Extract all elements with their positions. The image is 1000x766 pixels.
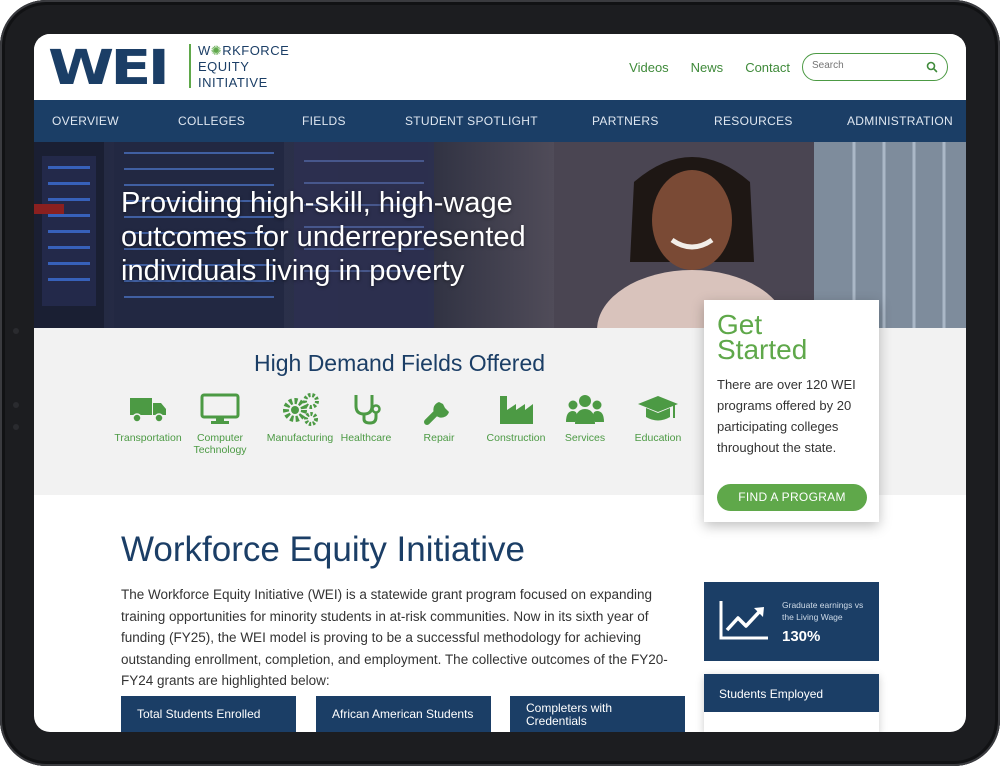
intro-paragraph: The Workforce Equity Initiative (WEI) is… xyxy=(121,587,668,688)
users-icon xyxy=(566,395,604,424)
logo-line-3: INITIATIVE xyxy=(198,75,268,90)
field-label: Healthcare xyxy=(340,432,392,444)
field-education[interactable]: Education xyxy=(616,390,700,444)
field-computer-technology[interactable]: Computer Technology xyxy=(178,390,262,456)
earnings-card: Graduate earnings vs the Living Wage 130… xyxy=(704,582,879,661)
trend-chart-icon xyxy=(719,601,768,640)
nav-administration[interactable]: ADMINISTRATION xyxy=(847,114,953,128)
videos-link[interactable]: Videos xyxy=(629,60,669,75)
field-label: Education xyxy=(634,432,682,444)
logo-divider xyxy=(189,44,191,88)
tablet-frame: WEI W✺RKFORCE EQUITY INITIATIVE Videos N… xyxy=(0,0,1000,766)
page-title: Workforce Equity Initiative xyxy=(121,530,525,569)
get-started-text: There are over 120 WEI programs offered … xyxy=(717,377,856,455)
stethoscope-icon xyxy=(354,395,381,425)
factory-icon xyxy=(500,396,533,424)
field-services[interactable]: Services xyxy=(543,390,627,444)
stat-card-label: Completers with Credentials xyxy=(526,701,613,728)
stat-card-label: Total Students Enrolled xyxy=(137,707,261,721)
truck-icon xyxy=(130,398,166,423)
sensor-dot xyxy=(13,424,19,430)
field-label: Computer Technology xyxy=(193,432,247,456)
earnings-value: 130% xyxy=(782,628,821,645)
field-label: Repair xyxy=(423,432,455,444)
get-started-card: Get Started There are over 120 WEI progr… xyxy=(704,300,879,522)
search-box xyxy=(802,53,948,81)
search-input[interactable] xyxy=(812,60,924,71)
students-employed-card: Students Employed xyxy=(704,674,879,732)
camera-dot xyxy=(13,328,19,334)
graduation-cap-icon xyxy=(638,396,678,421)
stat-card-label: African American Students xyxy=(332,707,474,721)
logo-line-1-end: RKFORCE xyxy=(222,43,290,58)
logo-wordmark[interactable]: W✺RKFORCE EQUITY INITIATIVE xyxy=(198,43,289,91)
news-link[interactable]: News xyxy=(691,60,724,75)
nav-overview[interactable]: OVERVIEW xyxy=(52,114,119,128)
browser-viewport: WEI W✺RKFORCE EQUITY INITIATIVE Videos N… xyxy=(34,34,966,732)
sensor-dot xyxy=(13,402,19,408)
fields-heading: High Demand Fields Offered xyxy=(254,350,546,376)
nav-resources[interactable]: RESOURCES xyxy=(714,114,793,128)
get-started-title: Get Started xyxy=(717,309,808,365)
wrench-icon xyxy=(424,402,449,425)
field-label: Services xyxy=(564,432,606,444)
contact-link[interactable]: Contact xyxy=(745,60,790,75)
logo-line-2: EQUITY xyxy=(198,59,250,74)
main-nav: OVERVIEW COLLEGES FIELDS STUDENT SPOTLIG… xyxy=(34,100,966,142)
monitor-icon xyxy=(200,393,240,424)
logo-gear-icon: ✺ xyxy=(210,43,223,58)
stat-card-total-enrolled: Total Students Enrolled xyxy=(121,696,296,732)
earnings-label: Graduate earnings vs the Living Wage xyxy=(782,600,864,622)
nav-fields[interactable]: FIELDS xyxy=(302,114,346,128)
nav-colleges[interactable]: COLLEGES xyxy=(178,114,245,128)
nav-partners[interactable]: PARTNERS xyxy=(592,114,659,128)
gears-icon xyxy=(283,393,319,426)
find-a-program-button[interactable]: FIND A PROGRAM xyxy=(717,484,867,511)
stat-card-completers: Completers with Credentials xyxy=(510,696,685,732)
field-repair[interactable]: Repair xyxy=(397,390,481,444)
stat-card-african-american: African American Students xyxy=(316,696,491,732)
utility-links: Videos News Contact xyxy=(629,60,790,75)
field-healthcare[interactable]: Healthcare xyxy=(324,390,408,444)
logo-line-1-start: W xyxy=(198,43,211,58)
students-employed-title: Students Employed xyxy=(704,674,879,712)
search-icon[interactable] xyxy=(926,61,938,73)
logo-mark[interactable]: WEI xyxy=(48,40,170,96)
nav-student-spotlight[interactable]: STUDENT SPOTLIGHT xyxy=(405,114,538,128)
site-header: WEI W✺RKFORCE EQUITY INITIATIVE Videos N… xyxy=(34,34,966,100)
hero-headline: Providing high-skill, high-wage outcomes… xyxy=(121,187,526,287)
